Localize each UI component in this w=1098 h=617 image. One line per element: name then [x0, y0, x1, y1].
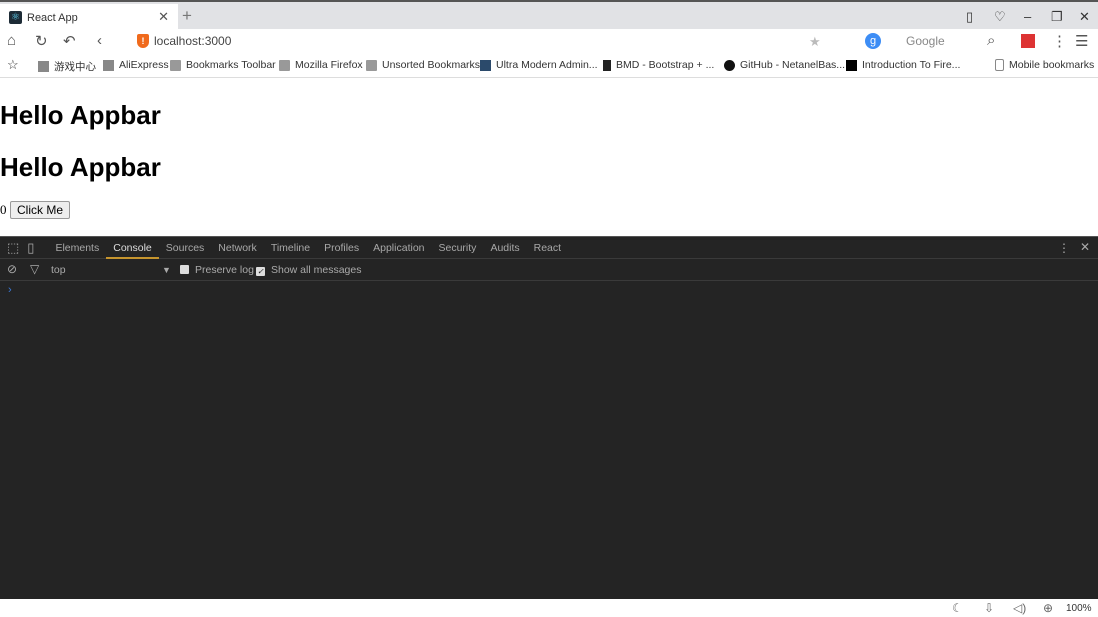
zoom-level[interactable]: 100% [1066, 603, 1092, 614]
github-icon [724, 59, 735, 71]
click-me-button[interactable]: Click Me [10, 201, 71, 219]
console-prompt[interactable]: › [8, 284, 12, 296]
inspect-icon[interactable]: ⬚ [7, 240, 19, 256]
medium-icon [846, 59, 857, 71]
skin-icon[interactable]: ♡ [994, 9, 1006, 25]
checkbox-checked-icon: ✓ [256, 267, 265, 276]
page-content: Hello Appbar Hello Appbar 0 Click Me [0, 78, 1098, 236]
folder-icon [170, 59, 181, 71]
bookmark-item[interactable]: Bookmarks Toolbar [170, 59, 276, 71]
heading-2: Hello Appbar [0, 152, 161, 182]
menu-icon[interactable]: ☰ [1075, 32, 1088, 50]
bookmark-item[interactable]: BMD - Bootstrap + ... [603, 59, 714, 71]
close-tab-icon[interactable]: ✕ [158, 9, 169, 25]
tab-sources[interactable]: Sources [159, 237, 212, 259]
clear-console-icon[interactable]: ⊘ [7, 262, 17, 276]
extension-icon[interactable] [1021, 34, 1035, 48]
bookmark-item[interactable]: Mozilla Firefox [279, 59, 363, 71]
heading-1: Hello Appbar [0, 100, 161, 130]
device-mode-icon[interactable]: ▯ [27, 240, 34, 256]
sidebar-toggle-icon[interactable]: ▯ [966, 9, 973, 25]
minimize-button[interactable]: – [1024, 9, 1031, 24]
tab-elements[interactable]: Elements [48, 237, 106, 259]
context-dropdown-icon[interactable]: ▼ [162, 265, 171, 275]
tab-profiles[interactable]: Profiles [317, 237, 366, 259]
bookmark-item[interactable]: Introduction To Fire... [846, 59, 960, 71]
tab-network[interactable]: Network [211, 237, 264, 259]
search-input[interactable]: Google [906, 34, 945, 48]
page-icon [103, 59, 114, 71]
tab-security[interactable]: Security [432, 237, 484, 259]
folder-icon [279, 59, 290, 71]
tab-react[interactable]: React [527, 237, 568, 259]
more-icon[interactable]: ⋮ [1052, 32, 1067, 50]
status-bar: ☾ ⇩ ◁) ⊕ 100% [0, 599, 1098, 617]
tab-application[interactable]: Application [366, 237, 431, 259]
tab-react-app[interactable]: ⚛ React App ✕ [0, 4, 178, 31]
new-tab-button[interactable]: + [182, 6, 192, 26]
star-icon[interactable]: ★ [809, 34, 821, 50]
nav-bar: ⌂ ↻ ↶ ‹ ! localhost:3000 ★ g Google ⌕ ⋮ … [0, 29, 1098, 54]
undo-icon[interactable]: ↶ [63, 32, 76, 50]
bookmark-item[interactable]: Ultra Modern Admin... [480, 59, 598, 71]
react-favicon-icon: ⚛ [9, 11, 22, 24]
download-icon[interactable]: ⇩ [984, 601, 994, 615]
close-window-button[interactable]: ✕ [1079, 9, 1090, 25]
bookmark-item[interactable]: AliExpress [103, 59, 169, 71]
page-icon [38, 61, 49, 72]
tab-title: React App [27, 11, 78, 24]
folder-icon [366, 59, 377, 71]
devtools-more-icon[interactable]: ⋮ [1058, 241, 1070, 255]
security-shield-icon[interactable]: ! [137, 34, 149, 48]
context-select[interactable]: top [51, 264, 66, 276]
tab-timeline[interactable]: Timeline [264, 237, 317, 259]
bookmark-item[interactable]: GitHub - NetanelBas... [724, 59, 845, 71]
url-input[interactable]: localhost:3000 [154, 34, 231, 48]
bookmark-item[interactable]: Unsorted Bookmarks [366, 59, 480, 71]
night-mode-icon[interactable]: ☾ [952, 601, 963, 615]
search-engine-icon[interactable]: g [865, 33, 881, 49]
sound-icon[interactable]: ◁) [1013, 601, 1026, 615]
search-icon[interactable]: ⌕ [987, 32, 995, 49]
bookmark-item[interactable]: 游戏中心 [38, 59, 96, 74]
bookmark-star-icon[interactable]: ☆ [7, 57, 19, 73]
devtools-toolbar: ⬚ ▯ Elements Console Sources Network Tim… [0, 237, 1098, 259]
bookmarks-bar: ☆ 游戏中心 AliExpress Bookmarks Toolbar Mozi… [0, 54, 1098, 78]
reload-icon[interactable]: ↻ [35, 32, 48, 50]
bmd-icon [603, 59, 611, 71]
tab-audits[interactable]: Audits [483, 237, 526, 259]
devtools-panel: ⬚ ▯ Elements Console Sources Network Tim… [0, 236, 1098, 599]
tab-bar: ⚛ React App ✕ + ▯ ♡ – ❐ ✕ [0, 0, 1098, 31]
tab-console[interactable]: Console [106, 237, 159, 259]
devtools-close-icon[interactable]: ✕ [1080, 240, 1090, 254]
checkbox-unchecked-icon [180, 265, 189, 274]
counter-value: 0 [0, 202, 7, 217]
zoom-icon[interactable]: ⊕ [1043, 601, 1053, 615]
show-all-messages-checkbox[interactable]: ✓ Show all messages [256, 264, 361, 276]
w3-icon [480, 59, 491, 71]
home-icon[interactable]: ⌂ [7, 32, 16, 49]
restore-button[interactable]: ❐ [1051, 9, 1063, 25]
back-icon[interactable]: ‹ [97, 32, 102, 49]
filter-icon[interactable]: ▽ [30, 262, 39, 276]
mobile-bookmarks[interactable]: Mobile bookmarks [995, 59, 1094, 71]
mobile-icon [995, 59, 1004, 71]
preserve-log-checkbox[interactable]: Preserve log [180, 264, 254, 276]
console-toolbar: ⊘ ▽ top ▼ Preserve log ✓ Show all message… [0, 259, 1098, 281]
